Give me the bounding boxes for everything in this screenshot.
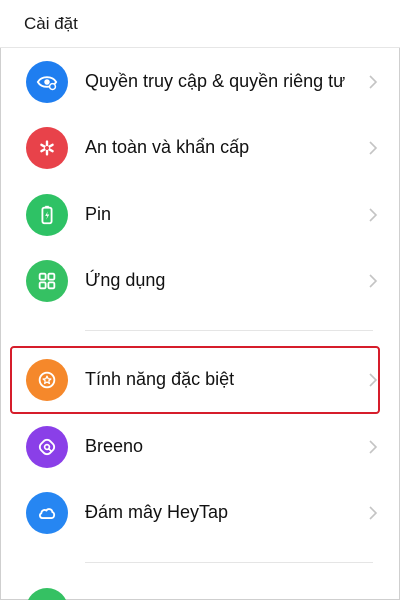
settings-item-apps[interactable]: Ứng dụng bbox=[0, 248, 400, 314]
breeno-icon bbox=[26, 426, 68, 468]
settings-item-label: Pin bbox=[85, 204, 112, 224]
chevron-right-icon bbox=[369, 75, 378, 89]
settings-item-partial[interactable] bbox=[0, 576, 400, 600]
eye-privacy-icon bbox=[26, 61, 68, 103]
battery-icon bbox=[26, 194, 68, 236]
settings-item-label: Quyền truy cập & quyền riêng tư bbox=[85, 71, 346, 91]
settings-item-safety[interactable]: An toàn và khẩn cấp bbox=[0, 115, 400, 181]
chevron-right-icon bbox=[369, 274, 378, 288]
chevron-right-icon bbox=[369, 208, 378, 222]
chevron-right-icon bbox=[369, 506, 378, 520]
settings-item-label: Ứng dụng bbox=[85, 270, 166, 290]
settings-item-label: Đám mây HeyTap bbox=[85, 502, 229, 522]
page-title: Cài đặt bbox=[24, 14, 78, 33]
settings-item-battery[interactable]: Pin bbox=[0, 182, 400, 248]
chevron-right-icon bbox=[369, 440, 378, 454]
settings-item-label: An toàn và khẩn cấp bbox=[85, 137, 250, 157]
settings-item-privacy[interactable]: Quyền truy cập & quyền riêng tư bbox=[0, 49, 400, 115]
settings-item-heytap-cloud[interactable]: Đám mây HeyTap bbox=[0, 480, 400, 546]
settings-item-breeno[interactable]: Breeno bbox=[0, 414, 400, 480]
cloud-icon bbox=[26, 492, 68, 534]
apps-grid-icon bbox=[26, 260, 68, 302]
settings-item-label: Breeno bbox=[85, 436, 144, 456]
partial-icon bbox=[26, 588, 68, 600]
chevron-right-icon bbox=[369, 141, 378, 155]
header: Cài đặt bbox=[0, 0, 400, 48]
asterisk-emergency-icon bbox=[26, 127, 68, 169]
section-divider bbox=[85, 562, 373, 563]
section-divider bbox=[85, 330, 373, 331]
highlight-box bbox=[10, 346, 380, 414]
